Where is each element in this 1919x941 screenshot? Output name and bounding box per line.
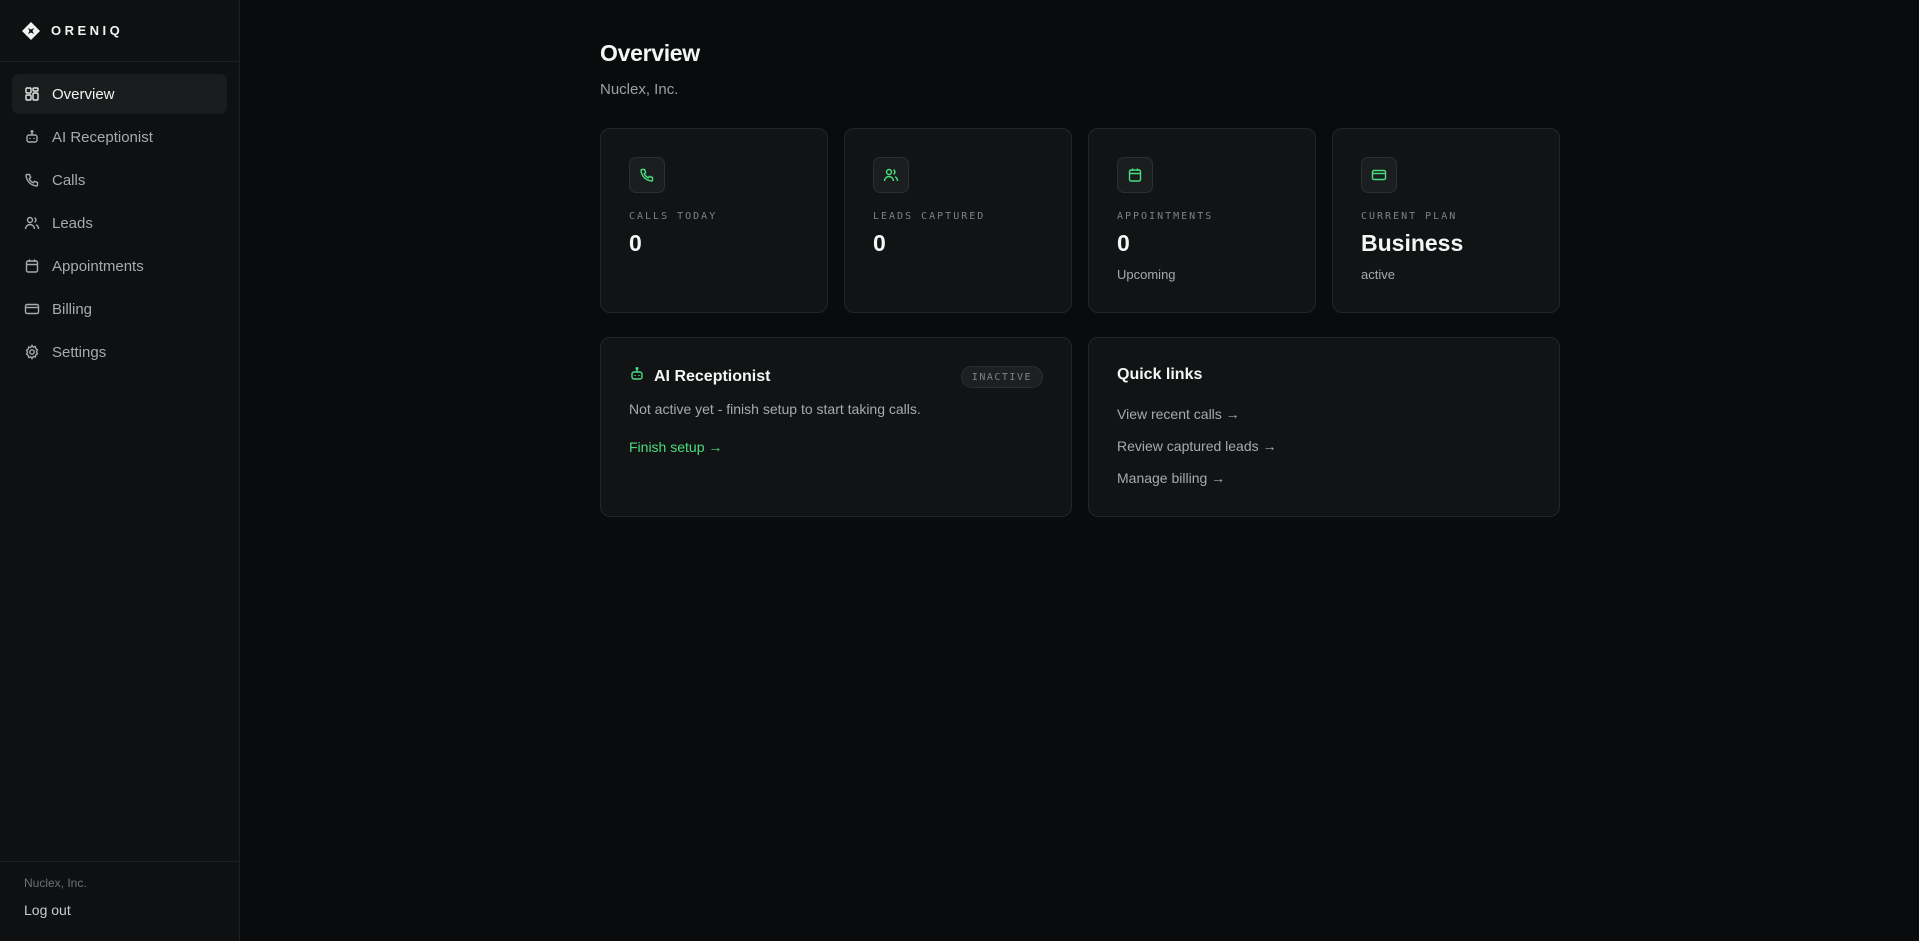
stat-value: Business (1361, 230, 1464, 256)
app-shell: ORENIQ Overview AI Receptionist Calls Le… (0, 0, 1919, 941)
stat-value: 0 (873, 230, 886, 256)
sidebar-item-label: Calls (52, 171, 86, 189)
stat-value: 0 (629, 230, 642, 256)
quick-link-manage-billing[interactable]: Manage billing → (1117, 470, 1531, 486)
sidebar-item-billing[interactable]: Billing (12, 289, 227, 329)
sidebar-item-label: Settings (52, 343, 107, 361)
finish-setup-link[interactable]: Finish setup → (629, 439, 722, 455)
stat-label: APPOINTMENTS (1117, 211, 1214, 222)
sidebar-item-label: Leads (52, 214, 93, 232)
card-title: AI Receptionist (654, 367, 771, 385)
quick-link-captured-leads[interactable]: Review captured leads → (1117, 438, 1531, 454)
sidebar-item-label: Billing (52, 300, 93, 318)
stat-value: 0 (1117, 230, 1130, 256)
sidebar-footer: Nuclex, Inc. Log out (0, 861, 239, 941)
credit-card-icon (24, 301, 40, 317)
card-description: Not active yet - finish setup to start t… (629, 401, 921, 417)
logo-icon (21, 21, 41, 41)
phone-icon (629, 157, 665, 193)
brand[interactable]: ORENIQ (0, 0, 239, 62)
stat-note: Upcoming (1117, 267, 1176, 282)
page-title: Overview (600, 40, 700, 66)
stat-label: LEADS CAPTURED (873, 211, 986, 222)
org-name: Nuclex, Inc. (24, 876, 87, 890)
logout-button[interactable]: Log out (24, 902, 215, 918)
stat-card-leads: LEADS CAPTURED 0 (844, 128, 1072, 313)
sidebar-item-appointments[interactable]: Appointments (12, 246, 227, 286)
sidebar-item-leads[interactable]: Leads (12, 203, 227, 243)
sidebar-item-label: AI Receptionist (52, 128, 153, 146)
sidebar-item-ai-receptionist[interactable]: AI Receptionist (12, 117, 227, 157)
quick-links-list: View recent calls → Review captured lead… (1117, 406, 1531, 486)
sidebar-item-calls[interactable]: Calls (12, 160, 227, 200)
users-icon (873, 157, 909, 193)
bot-icon (629, 366, 645, 387)
ai-receptionist-card: AI Receptionist INACTIVE Not active yet … (600, 337, 1072, 517)
sidebar-nav: Overview AI Receptionist Calls Leads App… (0, 62, 239, 372)
stat-card-appointments: APPOINTMENTS 0 Upcoming (1088, 128, 1316, 313)
bot-icon (24, 129, 40, 145)
stat-label: CALLS TODAY (629, 211, 718, 222)
brand-name: ORENIQ (51, 23, 124, 38)
credit-card-icon (1361, 157, 1397, 193)
stat-note: active (1361, 267, 1395, 282)
sidebar-item-label: Overview (52, 85, 115, 103)
sidebar-item-overview[interactable]: Overview (12, 74, 227, 114)
status-badge: INACTIVE (960, 366, 1043, 388)
main-content: Overview Nuclex, Inc. CALLS TODAY 0 LEAD… (240, 0, 1919, 941)
phone-icon (24, 172, 40, 188)
stat-card-plan: CURRENT PLAN Business active (1332, 128, 1560, 313)
stats-row: CALLS TODAY 0 LEADS CAPTURED 0 APPOINTME… (600, 128, 1560, 313)
calendar-icon (24, 258, 40, 274)
page-subtitle: Nuclex, Inc. (600, 81, 679, 98)
users-icon (24, 215, 40, 231)
calendar-icon (1117, 157, 1153, 193)
quick-links-card: Quick links View recent calls → Review c… (1088, 337, 1560, 517)
quick-link-recent-calls[interactable]: View recent calls → (1117, 406, 1531, 422)
sidebar-item-label: Appointments (52, 257, 144, 275)
gear-icon (24, 344, 40, 360)
details-row: AI Receptionist INACTIVE Not active yet … (600, 337, 1560, 517)
sidebar: ORENIQ Overview AI Receptionist Calls Le… (0, 0, 240, 941)
sidebar-item-settings[interactable]: Settings (12, 332, 227, 372)
card-title: Quick links (1117, 366, 1203, 383)
stat-card-calls: CALLS TODAY 0 (600, 128, 828, 313)
stat-label: CURRENT PLAN (1361, 211, 1458, 222)
grid-icon (24, 86, 40, 102)
